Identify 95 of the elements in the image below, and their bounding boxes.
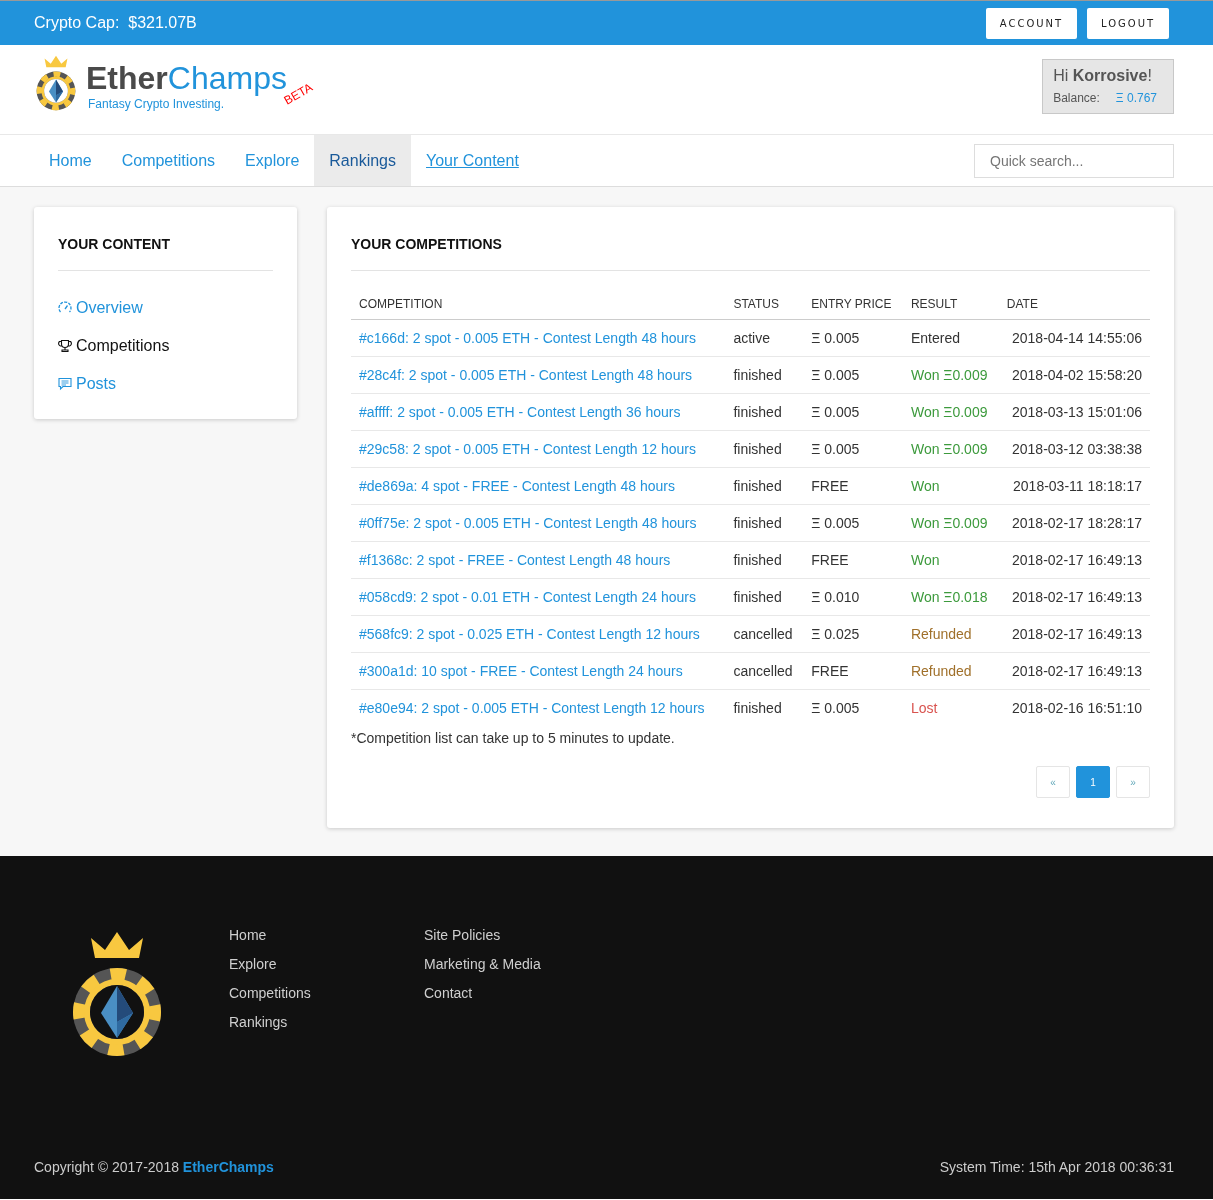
copyright-text: Copyright © 2017-2018 EtherChamps <box>34 1159 274 1175</box>
greeting-text: Hi Korrosive! <box>1053 67 1153 85</box>
nav-link[interactable]: Your Content <box>411 135 534 186</box>
entry-price-cell: Ξ 0.025 <box>803 615 903 653</box>
result-cell: Won Ξ0.009 <box>902 504 999 542</box>
date-cell: 2018-03-13 15:01:06 <box>998 393 1150 431</box>
footer-link[interactable]: Rankings <box>229 1013 424 1032</box>
pagination-button[interactable]: 1 <box>1076 766 1110 798</box>
system-time-text: System Time: 15th Apr 2018 00:36:31 <box>939 1159 1174 1175</box>
status-cell: cancelled <box>725 615 804 653</box>
result-cell: Won Ξ0.009 <box>902 393 999 431</box>
entry-price-cell: Ξ 0.005 <box>803 356 903 394</box>
date-cell: 2018-02-17 16:49:13 <box>998 541 1150 579</box>
competition-link[interactable]: #e80e94: 2 spot - 0.005 ETH - Contest Length 12 hours <box>359 700 705 716</box>
competition-link[interactable]: #29c58: 2 spot - 0.005 ETH - Contest Length 12 hours <box>359 441 696 457</box>
column-header: ENTRY PRICE <box>803 289 903 320</box>
date-cell: 2018-02-17 16:49:13 <box>998 652 1150 690</box>
balance-label: Balance: <box>1053 91 1100 105</box>
date-cell: 2018-02-17 16:49:13 <box>998 578 1150 616</box>
result-cell: Entered <box>902 319 999 357</box>
nav-link[interactable]: Explore <box>230 135 315 186</box>
sidebar-link[interactable]: Competitions <box>58 327 273 365</box>
date-cell: 2018-02-17 16:49:13 <box>998 615 1150 653</box>
entry-price-cell: FREE <box>803 541 903 579</box>
pagination-button[interactable]: » <box>1116 766 1150 798</box>
footer-link[interactable]: Competitions <box>229 984 424 1003</box>
date-cell: 2018-03-12 03:38:38 <box>998 430 1150 468</box>
sidebar-link[interactable]: Posts <box>58 365 273 403</box>
status-cell: finished <box>725 356 804 394</box>
competition-link[interactable]: #28c4f: 2 spot - 0.005 ETH - Contest Length 48 hours <box>359 367 693 383</box>
result-cell: Won <box>902 467 999 505</box>
result-cell: Refunded <box>902 615 999 653</box>
column-header: DATE <box>998 289 1150 320</box>
entry-price-cell: Ξ 0.005 <box>803 393 903 431</box>
result-cell: Won <box>902 541 999 579</box>
comment-icon <box>58 377 72 391</box>
status-cell: cancelled <box>725 652 804 690</box>
competition-link[interactable]: #de869a: 4 spot - FREE - Contest Length 48 hours <box>359 478 675 494</box>
entry-price-cell: Ξ 0.005 <box>803 319 903 357</box>
status-cell: finished <box>725 541 804 579</box>
status-cell: finished <box>725 393 804 431</box>
column-header: STATUS <box>725 289 804 320</box>
brand-tagline: Fantasy Crypto Investing. <box>88 97 226 111</box>
status-cell: finished <box>725 467 804 505</box>
competition-link[interactable]: #300a1d: 10 spot - FREE - Contest Length 24 hours <box>359 663 683 679</box>
update-note: *Competition list can take up to 5 minutes to update. <box>351 730 676 746</box>
entry-price-cell: FREE <box>803 467 903 505</box>
competition-link[interactable]: #0ff75e: 2 spot - 0.005 ETH - Contest Length 48 hours <box>359 515 697 531</box>
sidebar-link[interactable]: Overview <box>58 289 273 327</box>
top-bar-button[interactable]: LOGOUT <box>1087 7 1169 39</box>
status-cell: finished <box>725 578 804 616</box>
trophy-icon <box>58 339 72 353</box>
result-cell: Refunded <box>902 652 999 690</box>
entry-price-cell: Ξ 0.005 <box>803 430 903 468</box>
entry-price-cell: FREE <box>803 652 903 690</box>
entry-price-cell: Ξ 0.005 <box>803 689 903 726</box>
footer-link[interactable]: Marketing & Media <box>424 955 619 974</box>
competitions-title: YOUR COMPETITIONS <box>351 235 503 254</box>
date-cell: 2018-04-14 14:55:06 <box>998 319 1150 357</box>
nav-link[interactable]: Home <box>34 135 107 186</box>
competition-link[interactable]: #568fc9: 2 spot - 0.025 ETH - Contest Length 12 hours <box>359 626 700 642</box>
footer-link[interactable]: Site Policies <box>424 926 619 945</box>
crypto-cap-text: Crypto Cap: $321.07B <box>34 14 197 32</box>
competition-link[interactable]: #058cd9: 2 spot - 0.01 ETH - Contest Length 24 hours <box>359 589 696 605</box>
column-header: COMPETITION <box>351 289 726 320</box>
status-cell: active <box>725 319 804 357</box>
search-field[interactable]: Quick search... <box>974 143 1174 178</box>
footer-link[interactable]: Explore <box>229 955 424 974</box>
entry-price-cell: Ξ 0.005 <box>803 504 903 542</box>
nav-link[interactable]: Competitions <box>106 135 231 186</box>
result-cell: Won Ξ0.018 <box>902 578 999 616</box>
top-bar-button[interactable]: ACCOUNT <box>986 7 1077 39</box>
footer-link[interactable]: Home <box>229 926 424 945</box>
result-cell: Won Ξ0.009 <box>902 430 999 468</box>
brand-name[interactable]: EtherChamps <box>86 61 287 95</box>
nav-link[interactable]: Rankings <box>314 135 411 186</box>
competition-link[interactable]: #affff: 2 spot - 0.005 ETH - Contest Length 36 hours <box>359 404 681 420</box>
result-cell: Won Ξ0.009 <box>902 356 999 394</box>
entry-price-cell: Ξ 0.010 <box>803 578 903 616</box>
date-cell: 2018-03-11 18:18:17 <box>998 467 1150 505</box>
date-cell: 2018-02-17 18:28:17 <box>998 504 1150 542</box>
status-cell: finished <box>725 504 804 542</box>
competition-link[interactable]: #c166d: 2 spot - 0.005 ETH - Contest Length 48 hours <box>359 330 696 346</box>
balance-value: Ξ 0.767 <box>1115 91 1157 105</box>
date-cell: 2018-02-16 16:51:10 <box>998 689 1150 726</box>
column-header: RESULT <box>902 289 999 320</box>
sidebar-title: YOUR CONTENT <box>58 235 171 254</box>
status-cell: finished <box>725 430 804 468</box>
pagination-button[interactable]: « <box>1036 766 1070 798</box>
footer-link[interactable]: Contact <box>424 984 619 1003</box>
gauge-icon <box>58 301 72 315</box>
competition-link[interactable]: #f1368c: 2 spot - FREE - Contest Length 48 hours <box>359 552 671 568</box>
date-cell: 2018-04-02 15:58:20 <box>998 356 1150 394</box>
result-cell: Lost <box>902 689 999 726</box>
status-cell: finished <box>725 689 804 726</box>
